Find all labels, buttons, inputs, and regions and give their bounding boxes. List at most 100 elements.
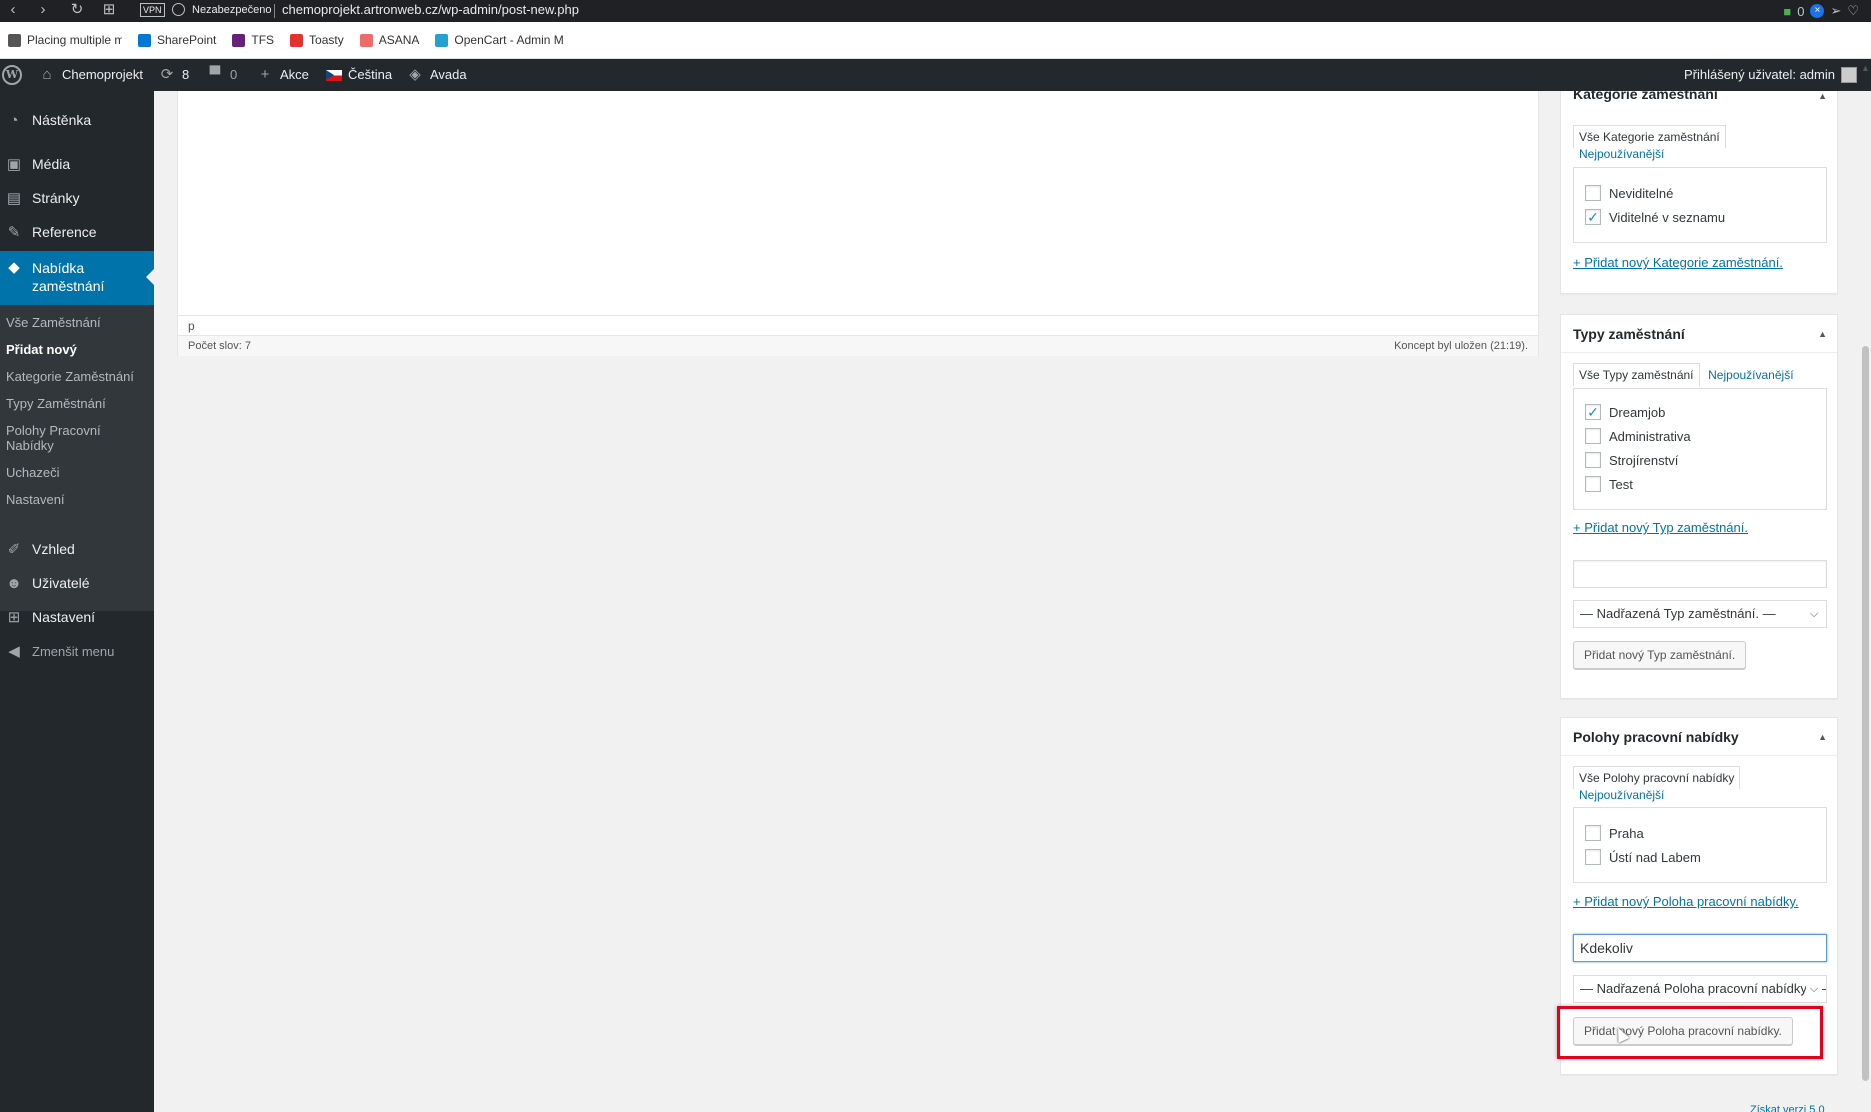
site-name-link[interactable]: ⌂ Chemoprojekt bbox=[38, 59, 142, 91]
submenu-locations-line1[interactable]: Polohy Pracovní bbox=[6, 423, 101, 438]
autosave-status: Koncept byl uložen (21:19). bbox=[1394, 340, 1528, 352]
tab-popular-locations[interactable]: Nejpoužívanější bbox=[1579, 788, 1664, 802]
add-type-link[interactable]: + Přidat nový Typ zaměstnání. bbox=[1573, 520, 1748, 535]
reload-icon[interactable]: ↻ bbox=[66, 0, 88, 22]
menu-settings[interactable]: ⊞ Nastavení bbox=[0, 600, 154, 634]
bookmark-item[interactable]: Placing multiple mar bbox=[8, 33, 122, 47]
tab-all-locations[interactable]: Vše Polohy pracovní nabídky bbox=[1573, 766, 1741, 789]
footer-version-link[interactable]: Získat verzi 5.0 bbox=[1750, 1104, 1825, 1112]
word-count: Počet slov: 7 bbox=[188, 340, 251, 352]
category-item[interactable]: ✓ Viditelné v seznamu bbox=[1585, 209, 1725, 225]
menu-collapse[interactable]: ◀ Zmenšit menu bbox=[0, 634, 154, 668]
submenu-types[interactable]: Typy Zaměstnání bbox=[6, 396, 106, 411]
toggle-arrow-icon[interactable]: ▲ bbox=[1818, 91, 1827, 101]
locations-metabox-header[interactable]: Polohy pracovní nabídky ▲ bbox=[1561, 718, 1837, 756]
bookmark-item[interactable]: Toasty bbox=[290, 33, 344, 47]
new-type-input[interactable] bbox=[1573, 560, 1827, 588]
submenu-locations-line2[interactable]: Nabídky bbox=[6, 438, 54, 453]
heart-icon[interactable]: ♡ bbox=[1847, 3, 1859, 19]
x-extension-icon[interactable]: × bbox=[1810, 4, 1825, 18]
location-item[interactable]: Ústí nad Labem bbox=[1585, 849, 1701, 865]
submenu-all-jobs[interactable]: Vše Zaměstnání bbox=[6, 315, 101, 330]
submenu-add-new[interactable]: Přidat nový bbox=[6, 342, 77, 357]
tab-all-types[interactable]: Vše Typy zaměstnání bbox=[1573, 363, 1700, 386]
tab-all-categories[interactable]: Vše Kategorie zaměstnání bbox=[1573, 125, 1726, 148]
add-category-link[interactable]: + Přidat nový Kategorie zaměstnání. bbox=[1573, 255, 1783, 270]
menu-reference[interactable]: ✎ Reference bbox=[0, 215, 154, 249]
cube-extension-icon[interactable]: ■ bbox=[1783, 4, 1791, 19]
type-item[interactable]: Strojírenství bbox=[1585, 452, 1678, 468]
menu-appearance[interactable]: ✐ Vzhled bbox=[0, 532, 154, 566]
wp-logo-button[interactable]: W bbox=[2, 59, 22, 91]
checkbox[interactable]: ✓ bbox=[1585, 404, 1601, 420]
checkbox[interactable] bbox=[1585, 476, 1601, 492]
language-switcher[interactable]: Čeština bbox=[326, 59, 392, 91]
new-content-link[interactable]: + Akce bbox=[256, 59, 309, 91]
type-item[interactable]: Test bbox=[1585, 476, 1633, 492]
checkbox[interactable] bbox=[1585, 825, 1601, 841]
updates-link[interactable]: ⟳ 8 bbox=[158, 59, 190, 91]
address-bar[interactable]: VPN Nezabezpečeno chemoprojekt.artronweb… bbox=[132, 0, 1762, 22]
categories-tabs: Vše Kategorie zaměstnání Nejpoužívanější bbox=[1573, 125, 1837, 165]
url-text[interactable]: chemoprojekt.artronweb.cz/wp-admin/post-… bbox=[282, 0, 579, 20]
checkbox[interactable] bbox=[1585, 849, 1601, 865]
bookmark-item[interactable]: OpenCart - Admin M bbox=[435, 33, 564, 47]
scroll-thumb[interactable] bbox=[1862, 346, 1869, 1081]
menu-users[interactable]: ☻ Uživatelé bbox=[0, 566, 154, 600]
menu-pages[interactable]: ▤ Stránky bbox=[0, 181, 154, 215]
type-item[interactable]: Administrativa bbox=[1585, 428, 1691, 444]
bookmarks-bar: Placing multiple mar SharePoint TFS Toasty A… bbox=[0, 22, 1871, 59]
bookmark-favicon-icon bbox=[138, 33, 151, 47]
toggle-arrow-icon[interactable]: ▲ bbox=[1818, 718, 1827, 756]
menu-job-offers-line1: Nabídka bbox=[32, 260, 85, 276]
insecure-label[interactable]: Nezabezpečeno bbox=[192, 0, 272, 20]
editor-element-path: p bbox=[178, 315, 1538, 335]
checkbox[interactable] bbox=[1585, 428, 1601, 444]
categories-metabox-header[interactable]: Kategorie zaměstnání ▲ bbox=[1561, 87, 1837, 111]
checkbox[interactable] bbox=[1585, 452, 1601, 468]
menu-media[interactable]: ▣ Média bbox=[0, 147, 154, 181]
extension-area: ■ 0 × ➢ ♡ bbox=[1783, 0, 1859, 22]
bookmark-item[interactable]: SharePoint bbox=[138, 33, 216, 47]
bookmark-item[interactable]: ASANA bbox=[359, 33, 419, 47]
category-item[interactable]: Neviditelné bbox=[1585, 185, 1673, 201]
new-location-input[interactable]: Kdekoliv bbox=[1573, 934, 1827, 962]
categories-metabox-title: Kategorie zaměstnání bbox=[1573, 86, 1718, 102]
comments-link[interactable]: ▀ 0 bbox=[206, 59, 238, 91]
settings-icon: ⊞ bbox=[7, 609, 21, 626]
avada-menu[interactable]: ◈ Avada bbox=[406, 59, 466, 91]
menu-job-offers[interactable]: ◆ Nabídka zaměstnání bbox=[0, 251, 154, 305]
chevron-down-icon: ⌵ bbox=[1806, 601, 1822, 627]
submenu-settings[interactable]: Nastavení bbox=[6, 492, 65, 507]
wordpress-logo-icon: W bbox=[2, 65, 22, 85]
types-metabox-header[interactable]: Typy zaměstnání ▲ bbox=[1561, 315, 1837, 353]
forward-icon[interactable]: › bbox=[32, 0, 54, 22]
checkbox[interactable] bbox=[1585, 185, 1601, 201]
avada-icon: ◈ bbox=[409, 66, 421, 83]
toggle-arrow-icon[interactable]: ▲ bbox=[1818, 315, 1827, 353]
submenu-categories[interactable]: Kategorie Zaměstnání bbox=[6, 369, 134, 384]
menu-dashboard[interactable]: ◔ Nástěnka bbox=[0, 103, 154, 137]
post-editor[interactable]: p Počet slov: 7 Koncept byl uložen (21:1… bbox=[177, 91, 1539, 356]
add-type-button[interactable]: Přidat nový Typ zaměstnání. bbox=[1573, 641, 1747, 669]
location-item[interactable]: Praha bbox=[1585, 825, 1644, 841]
tab-popular-categories[interactable]: Nejpoužívanější bbox=[1579, 147, 1664, 161]
locations-metabox-title: Polohy pracovní nabídky bbox=[1573, 729, 1739, 745]
submenu-applicants[interactable]: Uchazeči bbox=[6, 465, 59, 480]
user-icon: ☻ bbox=[6, 574, 22, 592]
back-icon[interactable]: ‹ bbox=[2, 0, 24, 22]
parent-type-select[interactable]: — Nadřazená Typ zaměstnání. — ⌵ bbox=[1573, 600, 1827, 628]
tab-popular-types[interactable]: Nejpoužívanější bbox=[1703, 364, 1798, 386]
comment-icon: ▀ bbox=[209, 66, 221, 83]
scroll-up-icon[interactable]: ▲ bbox=[1860, 63, 1871, 73]
red-highlight-box bbox=[1557, 1006, 1823, 1059]
type-item[interactable]: ✓ Dreamjob bbox=[1585, 404, 1665, 420]
parent-location-select[interactable]: — Nadřazená Poloha pracovní nabídky. — ⌵ bbox=[1573, 975, 1827, 1003]
send-icon[interactable]: ➢ bbox=[1830, 3, 1841, 19]
add-location-link[interactable]: + Přidat nový Poloha pracovní nabídky. bbox=[1573, 894, 1799, 909]
apps-grid-icon[interactable]: ⊞ bbox=[98, 0, 120, 22]
bookmark-item[interactable]: TFS bbox=[232, 33, 274, 47]
vpn-badge[interactable]: VPN bbox=[140, 3, 165, 17]
checkbox[interactable]: ✓ bbox=[1585, 209, 1601, 225]
page-scrollbar[interactable]: ▲ bbox=[1860, 63, 1871, 1112]
